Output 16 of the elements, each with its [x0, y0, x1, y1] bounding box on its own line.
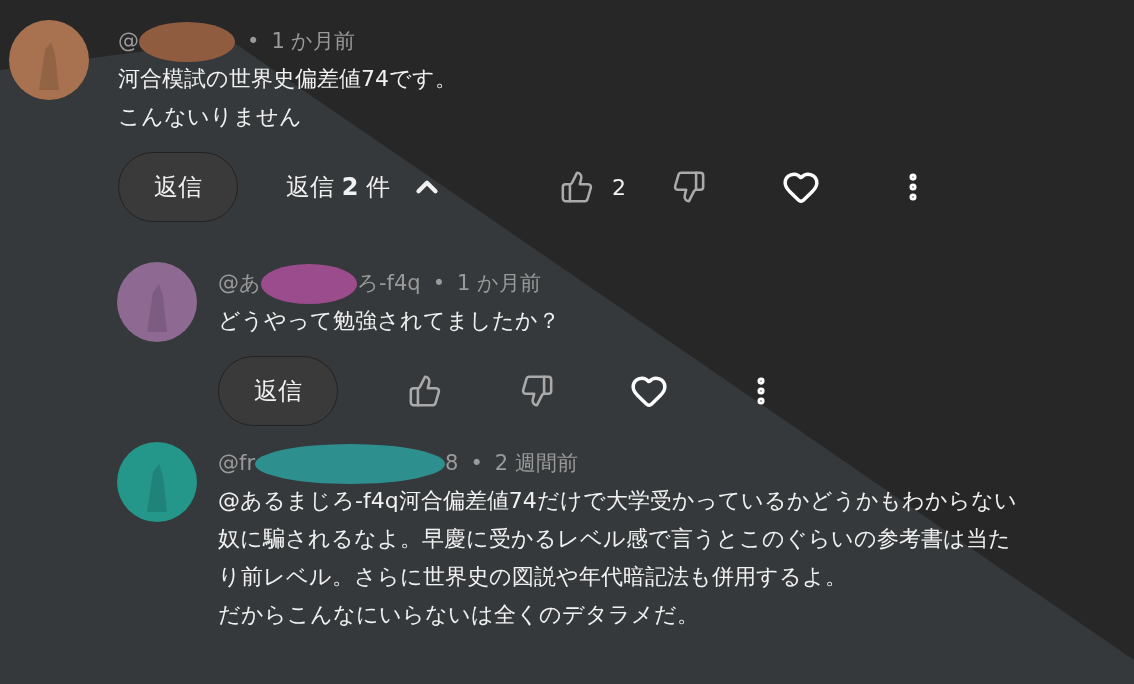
- username[interactable]: @: [118, 26, 139, 58]
- comment-text: @あるまじろ-f4q河合偏差値74だけで大学受かっているかどうかもわからない 奴に騙されるなよ。早慶に受かるレベル感で言うとこのぐらいの参考書は当た り前レベル。さらに世界史の図説や年代暗記法も併用するよ。 だからこんなにいらないは全くのデタラメだ。: [218, 487, 1017, 629]
- username[interactable]: @fr: [218, 448, 256, 480]
- username[interactable]: 8: [445, 448, 459, 480]
- timestamp: 1 か月前: [457, 270, 542, 298]
- username[interactable]: ろ-f4q: [357, 268, 421, 300]
- like-count: 2: [612, 173, 627, 202]
- comment-text: 河合模試の世界史偏差値74です。 こんないりません: [118, 65, 458, 131]
- separator-dot: •: [247, 28, 260, 56]
- username[interactable]: @あ: [218, 268, 261, 300]
- separator-dot: •: [470, 450, 483, 478]
- timestamp: 2 週間前: [494, 450, 578, 478]
- replies-toggle[interactable]: 返信 2 件: [286, 169, 444, 205]
- separator-dot: •: [432, 270, 446, 298]
- comment-text: どうやって勉強されてましたか？: [218, 307, 561, 335]
- timestamp: 1 か月前: [271, 28, 356, 56]
